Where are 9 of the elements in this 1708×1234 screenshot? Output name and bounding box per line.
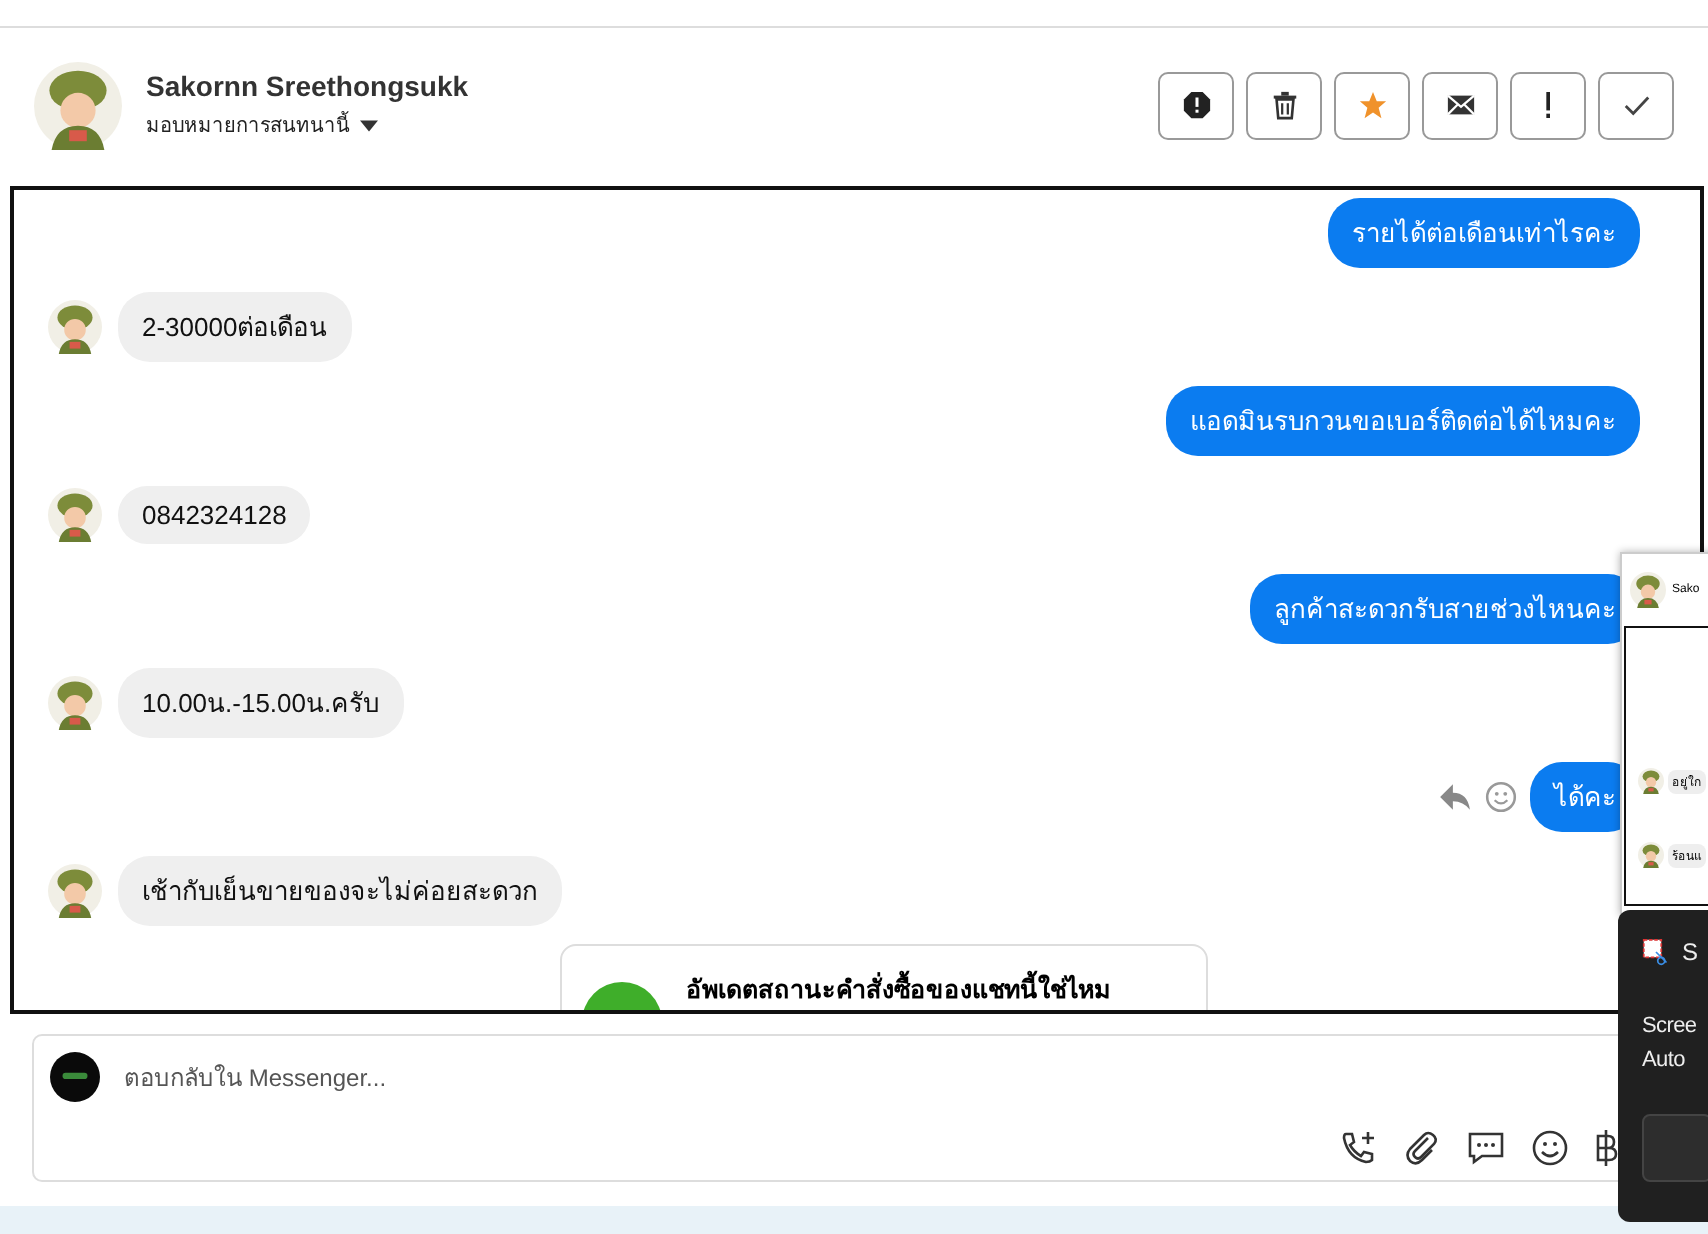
contact-name: Sakornn Sreethongsukk [146,70,469,102]
order-question: อัพเดตสถานะคำสั่งซื้อของแชทนี้ใช่ไหม [686,970,1110,1010]
received-message: 10.00น.-15.00น.ครับ [118,667,404,737]
received-message: 2-30000ต่อเดือน [118,291,352,361]
received-message: เช้ากับเย็นขายของจะไม่ค่อยสะดวก [118,855,562,925]
received-message: 0842324128 [118,485,311,543]
sent-message: แอดมินรบกวนขอเบอร์ติดต่อได้ไหมคะ [1166,385,1640,455]
app-name: S [1682,938,1699,966]
sent-message: รายได้ต่อเดือนเท่าไรคะ [1328,197,1640,267]
